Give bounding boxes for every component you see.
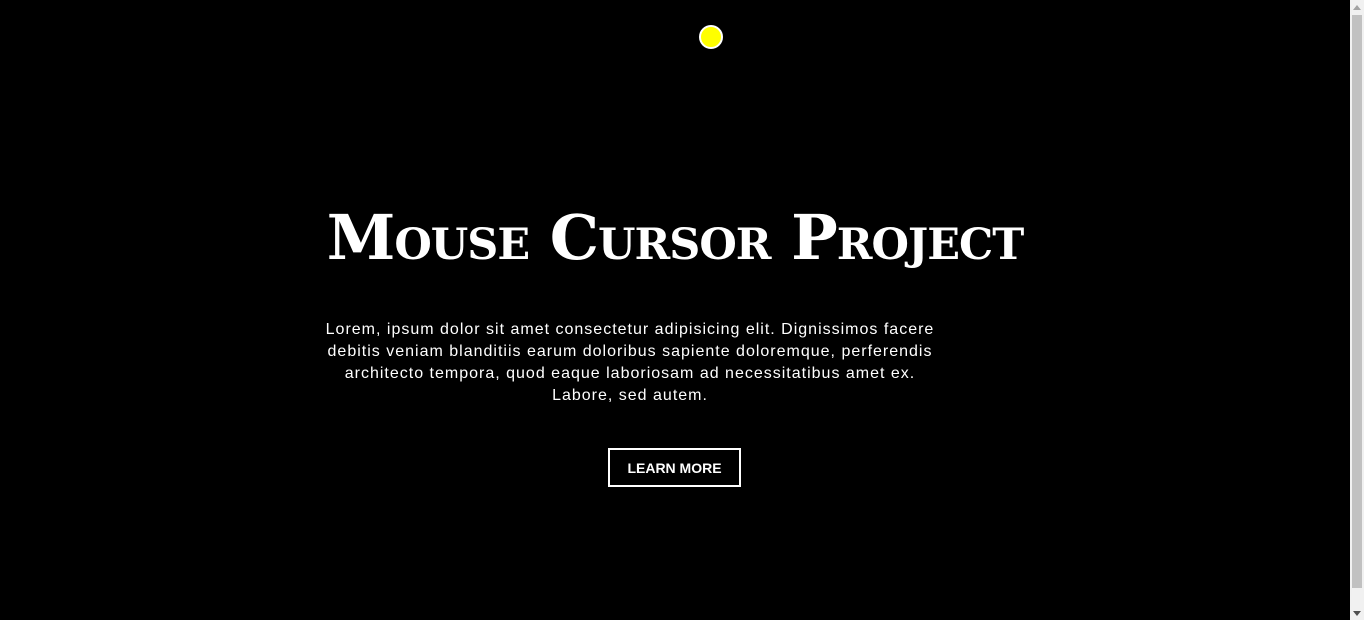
scroll-up-arrow-icon[interactable] — [1350, 0, 1364, 14]
hero-description-line: Labore, sed autem. — [552, 387, 708, 404]
vertical-scrollbar[interactable] — [1350, 0, 1364, 620]
cursor-dot-icon — [699, 25, 723, 49]
scroll-down-arrow-icon[interactable] — [1350, 606, 1364, 620]
hero-description-line: debitis veniam blanditiis earum doloribu… — [327, 343, 933, 360]
hero-description-line: architecto tempora, quod eaque laboriosa… — [344, 365, 916, 382]
page: Mouse Cursor Project Lorem, ipsum dolor … — [0, 0, 1364, 620]
hero-description: Lorem, ipsum dolor sit amet consectetur … — [285, 319, 975, 407]
hero-description-line: Lorem, ipsum dolor sit amet consectetur … — [325, 321, 935, 338]
scrollbar-thumb[interactable] — [1352, 15, 1362, 588]
learn-more-button[interactable]: LEARN MORE — [608, 448, 741, 487]
hero-title: Mouse Cursor Project — [326, 201, 1025, 274]
